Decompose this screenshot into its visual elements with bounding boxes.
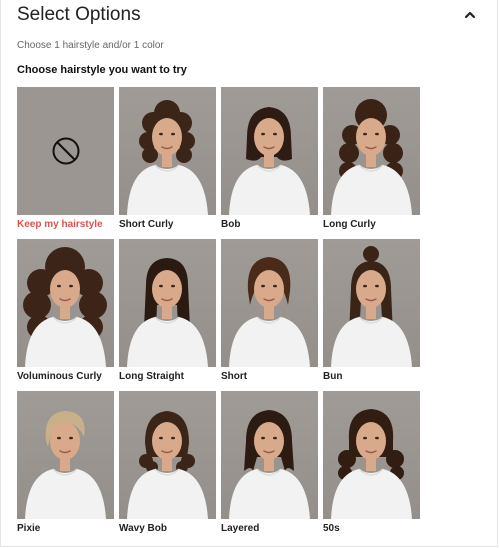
hairstyle-preview-image bbox=[221, 391, 318, 519]
portrait-image bbox=[331, 246, 412, 367]
hairstyle-option-label: Wavy Bob bbox=[119, 523, 167, 534]
selection-hint: Choose 1 hairstyle and/or 1 color bbox=[17, 40, 164, 51]
portrait-image bbox=[229, 410, 310, 519]
portrait-image bbox=[127, 411, 208, 519]
hairstyle-option-label: Bob bbox=[221, 219, 241, 230]
hairstyle-grid: Keep my hairstyle Short Curly Bob Long C… bbox=[17, 87, 420, 542]
hairstyle-option-label: Long Straight bbox=[119, 371, 184, 382]
hairstyle-option[interactable]: Bun bbox=[323, 239, 420, 390]
hairstyle-option-label: Pixie bbox=[17, 523, 41, 534]
no-change-thumbnail bbox=[17, 87, 114, 215]
hairstyle-option[interactable]: Keep my hairstyle bbox=[17, 87, 114, 238]
hairstyle-option[interactable]: Short Curly bbox=[119, 87, 216, 238]
hairstyle-option-label: Short Curly bbox=[119, 219, 174, 230]
hairstyle-preview-image bbox=[17, 391, 114, 519]
hairstyle-option[interactable]: Long Straight bbox=[119, 239, 216, 390]
hairstyle-preview-image bbox=[119, 87, 216, 215]
portrait-image bbox=[127, 258, 208, 367]
hairstyle-option[interactable]: Voluminous Curly bbox=[17, 239, 114, 390]
hairstyle-option-label: Long Curly bbox=[323, 219, 376, 230]
hairstyle-option[interactable]: Layered bbox=[221, 391, 318, 542]
portrait-image bbox=[229, 107, 310, 215]
hairstyle-option[interactable]: Pixie bbox=[17, 391, 114, 542]
hairstyle-preview-image bbox=[221, 239, 318, 367]
panel-header[interactable]: Select Options bbox=[17, 2, 487, 30]
hairstyle-option[interactable]: 50s bbox=[323, 391, 420, 542]
portrait-image bbox=[331, 99, 412, 215]
hairstyle-option-label: Layered bbox=[221, 523, 260, 534]
hairstyle-preview-image bbox=[323, 391, 420, 519]
hairstyle-option-label: Short bbox=[221, 371, 248, 382]
portrait-image bbox=[229, 257, 310, 367]
collapse-button[interactable] bbox=[459, 4, 481, 26]
panel-title: Select Options bbox=[17, 4, 141, 25]
hairstyle-option[interactable]: Bob bbox=[221, 87, 318, 238]
hairstyle-preview-image bbox=[323, 87, 420, 215]
hairstyle-preview-image bbox=[323, 239, 420, 367]
portrait-image bbox=[25, 411, 106, 519]
hairstyle-option-label: 50s bbox=[323, 523, 340, 534]
hairstyle-option-label: Keep my hairstyle bbox=[17, 219, 103, 230]
chevron-up-icon bbox=[464, 11, 476, 19]
hairstyle-option[interactable]: Long Curly bbox=[323, 87, 420, 238]
portrait-image bbox=[23, 247, 107, 367]
options-panel: Select Options Choose 1 hairstyle and/or… bbox=[0, 0, 498, 547]
hairstyle-option-label: Bun bbox=[323, 371, 343, 382]
hairstyle-preview-image bbox=[221, 87, 318, 215]
hairstyle-section-label: Choose hairstyle you want to try bbox=[17, 64, 187, 76]
no-change-icon bbox=[52, 137, 79, 165]
portrait-image bbox=[331, 409, 412, 519]
hairstyle-preview-image bbox=[17, 239, 114, 367]
hairstyle-preview-image bbox=[119, 391, 216, 519]
hairstyle-option[interactable]: Wavy Bob bbox=[119, 391, 216, 542]
portrait-image bbox=[127, 100, 208, 215]
hairstyle-option-label: Voluminous Curly bbox=[17, 371, 102, 382]
hairstyle-preview-image bbox=[119, 239, 216, 367]
hairstyle-option[interactable]: Short bbox=[221, 239, 318, 390]
